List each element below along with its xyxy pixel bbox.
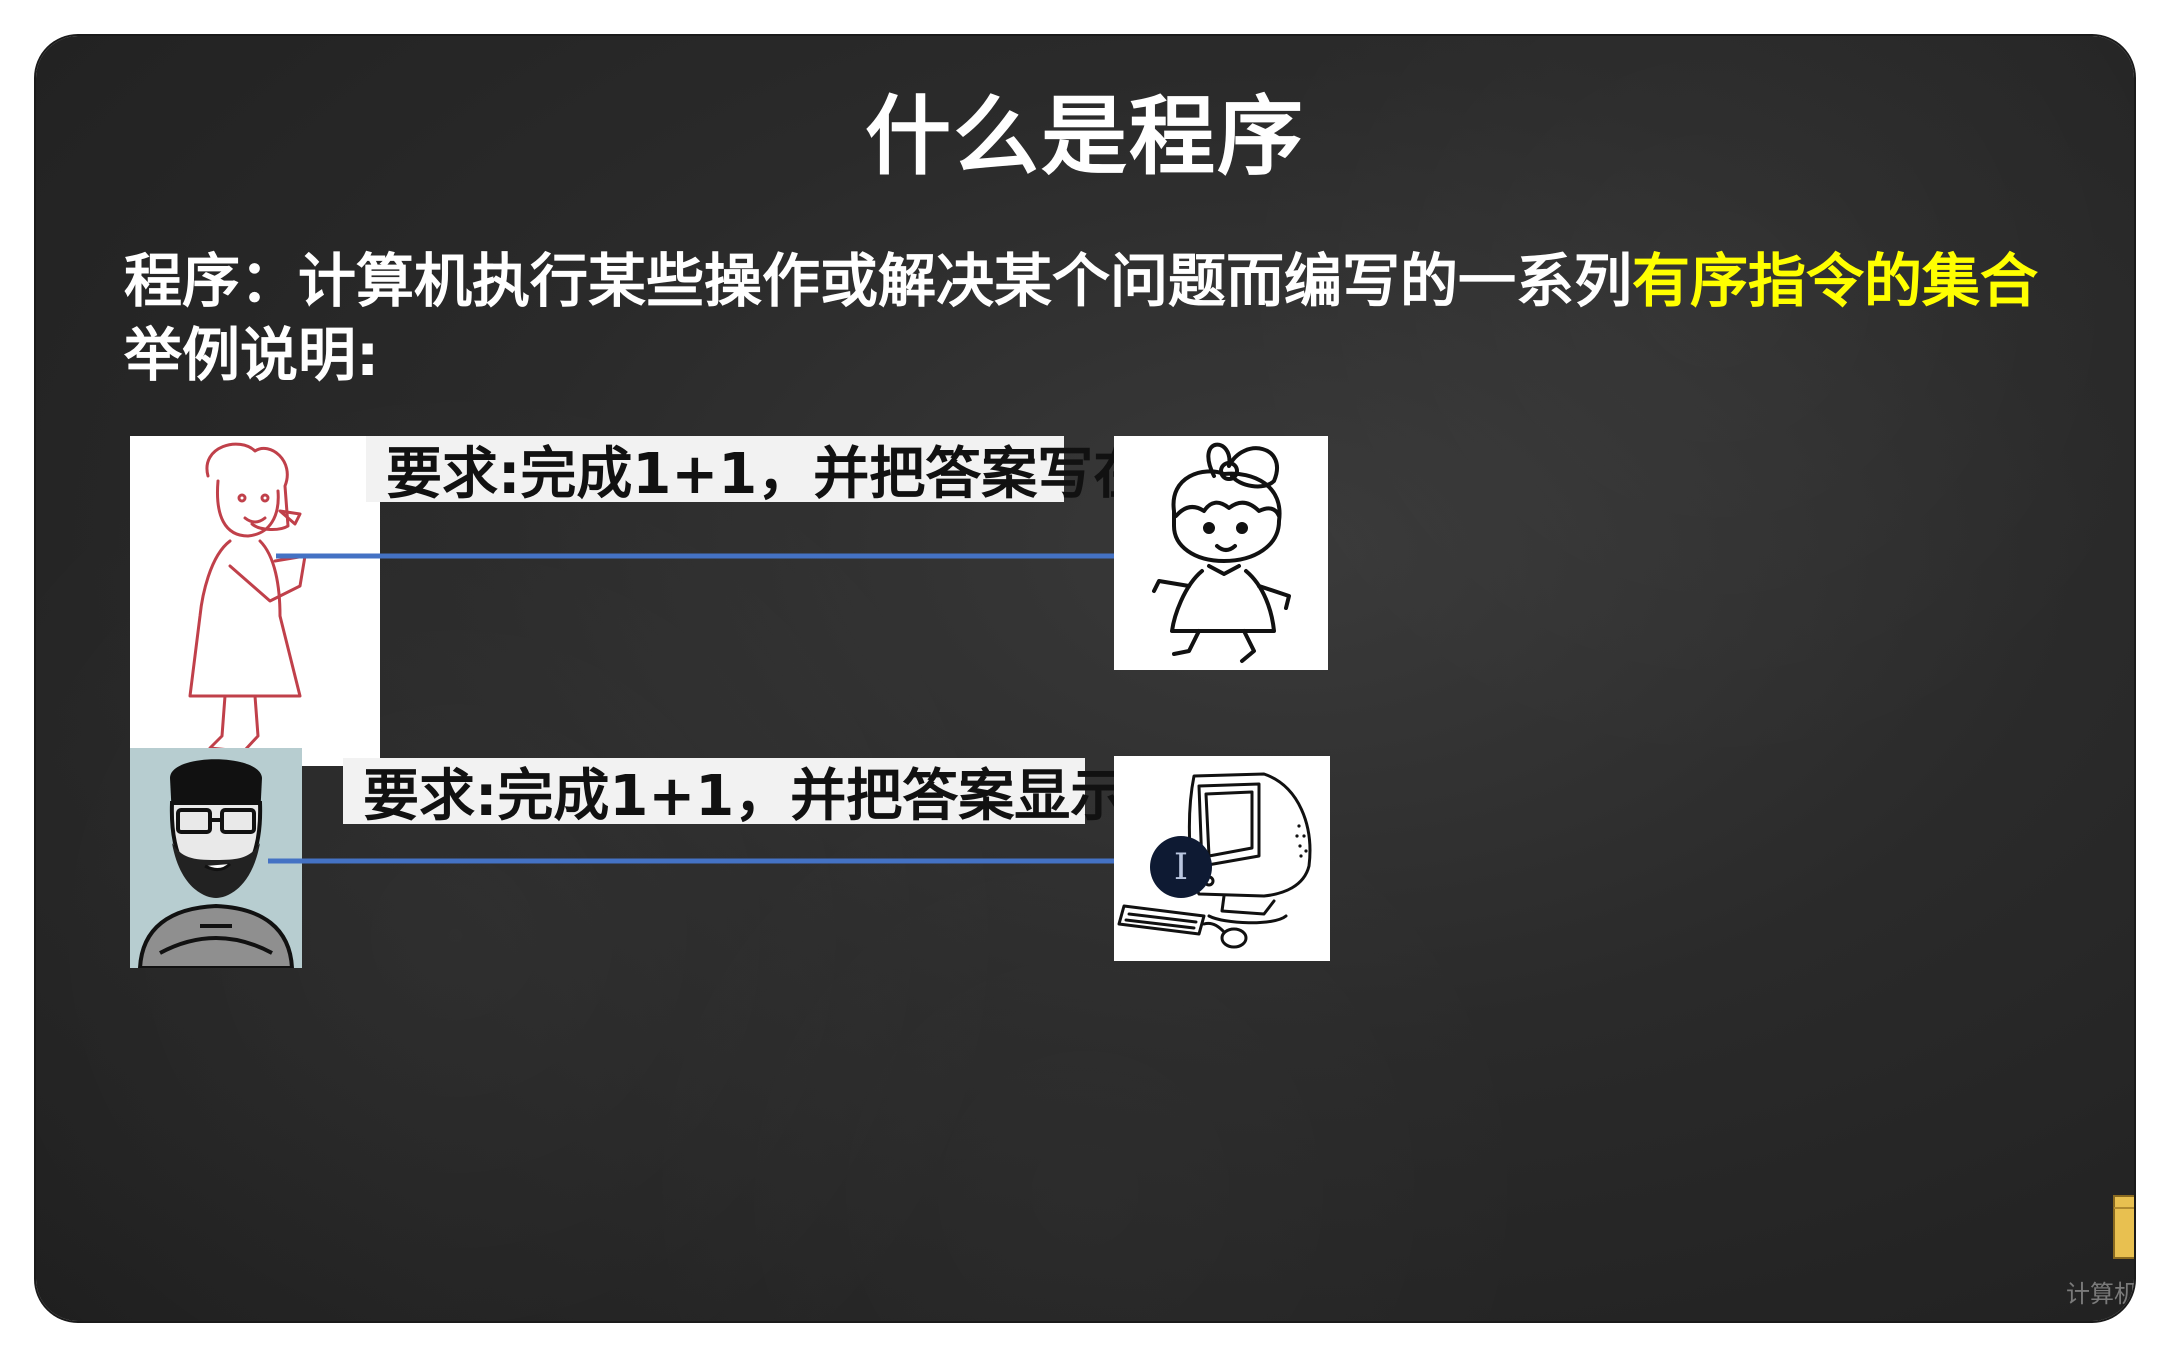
slide-title: 什么是程序 <box>865 87 1305 187</box>
desktop-shortcut-label: 计算机指 <box>2066 1280 2134 1308</box>
folder-zip-icon <box>2113 1195 2134 1259</box>
definition-text: 程序：计算机执行某些操作或解决某个问题而编写的一系列有序指令的集合 <box>124 244 2124 318</box>
girl-icon <box>1152 442 1291 663</box>
teacher-icon <box>188 442 307 752</box>
arrow-1 <box>276 537 1192 575</box>
requirement-box-1: 要求:完成1+1，并把答案写在黑板 <box>366 436 1261 507</box>
desktop-shortcut[interactable]: 计算机指 <box>2066 1186 2134 1321</box>
text-cursor-icon: I <box>1150 836 1212 898</box>
arrow-2 <box>268 842 1194 880</box>
computer-icon <box>1117 772 1312 949</box>
slide-frame: 什么是程序 程序：计算机执行某些操作或解决某个问题而编写的一系列有序指令的集合 … <box>36 36 2134 1321</box>
definition-highlight: 有序指令的集合 <box>1632 247 2039 315</box>
girl-illustration <box>1114 436 1328 670</box>
requirement-box-2: 要求:完成1+1，并把答案显示在电脑 <box>343 758 1294 829</box>
example-label: 举例说明: <box>124 321 380 389</box>
definition-prefix: 程序：计算机执行某些操作或解决某个问题而编写的一系列 <box>124 247 1633 315</box>
teacher-illustration <box>130 436 380 766</box>
computer-illustration <box>1114 756 1330 961</box>
